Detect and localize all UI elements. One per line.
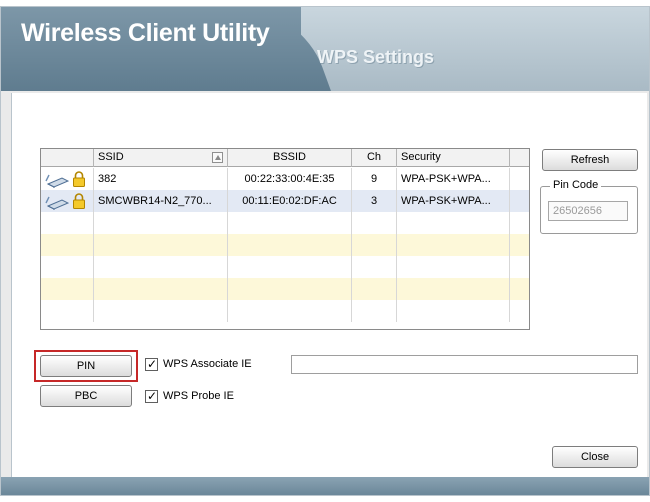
- empty-cell: [397, 300, 510, 322]
- empty-cell: [94, 256, 228, 278]
- empty-cell: [94, 278, 228, 300]
- lock-icon: [73, 171, 85, 187]
- cell-ssid: SMCWBR14-N2_770...: [94, 190, 228, 212]
- empty-cell: [41, 278, 94, 300]
- column-header-bssid[interactable]: BSSID: [228, 149, 352, 167]
- header-icon-col: [41, 149, 94, 167]
- empty-row: [41, 278, 529, 300]
- cell-bssid: 00:22:33:00:4E:35: [228, 168, 352, 190]
- empty-cell: [352, 256, 397, 278]
- cell-channel: 3: [352, 190, 397, 212]
- empty-cell: [41, 212, 94, 234]
- header-band: Wireless Client Utility WPS Settings: [1, 7, 649, 91]
- cell-ssid: 382: [94, 168, 228, 190]
- column-header-security[interactable]: Security: [397, 149, 510, 167]
- cell-security: WPA-PSK+WPA...: [397, 168, 510, 190]
- empty-cell: [352, 234, 397, 256]
- empty-cell: [94, 212, 228, 234]
- pin-button[interactable]: PIN: [40, 355, 132, 377]
- footer-band: [1, 477, 649, 495]
- column-header-ssid-label: SSID: [98, 151, 124, 163]
- close-button[interactable]: Close: [552, 446, 638, 468]
- lock-icon: [73, 193, 85, 209]
- column-header-ssid[interactable]: SSID: [94, 149, 228, 167]
- empty-row: [41, 300, 529, 322]
- empty-cell: [94, 234, 228, 256]
- empty-cell: [228, 212, 352, 234]
- empty-cell: [352, 278, 397, 300]
- empty-cell: [41, 234, 94, 256]
- pbc-button[interactable]: PBC: [40, 385, 132, 407]
- empty-row: [41, 234, 529, 256]
- refresh-button[interactable]: Refresh: [542, 149, 638, 171]
- empty-cell: [352, 212, 397, 234]
- network-icon: [45, 196, 69, 210]
- empty-cell: [397, 212, 510, 234]
- empty-row: [41, 256, 529, 278]
- network-list-header: SSID BSSID Ch Security: [41, 149, 529, 167]
- empty-cell: [228, 256, 352, 278]
- network-list[interactable]: SSID BSSID Ch Security 382 00:22:33:00:4…: [40, 148, 530, 330]
- empty-cell: [397, 278, 510, 300]
- empty-cell: [228, 278, 352, 300]
- section-title[interactable]: WPS Settings: [317, 47, 434, 68]
- empty-cell: [228, 234, 352, 256]
- cell-security: WPA-PSK+WPA...: [397, 190, 510, 212]
- wps-associate-ie-label: WPS Associate IE: [163, 358, 252, 370]
- empty-cell: [397, 256, 510, 278]
- table-row[interactable]: 382 00:22:33:00:4E:35 9 WPA-PSK+WPA...: [41, 168, 529, 190]
- empty-cell: [41, 256, 94, 278]
- cell-bssid: 00:11:E0:02:DF:AC: [228, 190, 352, 212]
- empty-cell: [228, 300, 352, 322]
- row-icons: [41, 168, 94, 190]
- wps-associate-ie-field[interactable]: [291, 355, 638, 374]
- table-row-selected[interactable]: SMCWBR14-N2_770... 00:11:E0:02:DF:AC 3 W…: [41, 190, 529, 212]
- wps-associate-ie-checkbox[interactable]: ✓: [145, 357, 158, 371]
- sort-ascending-icon[interactable]: [212, 152, 223, 163]
- empty-cell: [94, 300, 228, 322]
- header-filler: [510, 149, 529, 167]
- checkmark-icon: ✓: [147, 389, 158, 403]
- cell-channel: 9: [352, 168, 397, 190]
- empty-cell: [397, 234, 510, 256]
- wps-probe-ie-label: WPS Probe IE: [163, 390, 234, 402]
- empty-cell: [41, 300, 94, 322]
- network-icon: [45, 174, 69, 188]
- wps-probe-ie-checkbox[interactable]: ✓: [145, 389, 158, 403]
- app-title: Wireless Client Utility: [21, 19, 270, 47]
- pin-code-label: Pin Code: [550, 179, 602, 191]
- pin-code-field: 26502656: [548, 201, 628, 221]
- empty-row: [41, 212, 529, 234]
- checkmark-icon: ✓: [147, 357, 158, 371]
- column-header-ch[interactable]: Ch: [352, 149, 397, 167]
- empty-cell: [352, 300, 397, 322]
- row-icons: [41, 190, 94, 212]
